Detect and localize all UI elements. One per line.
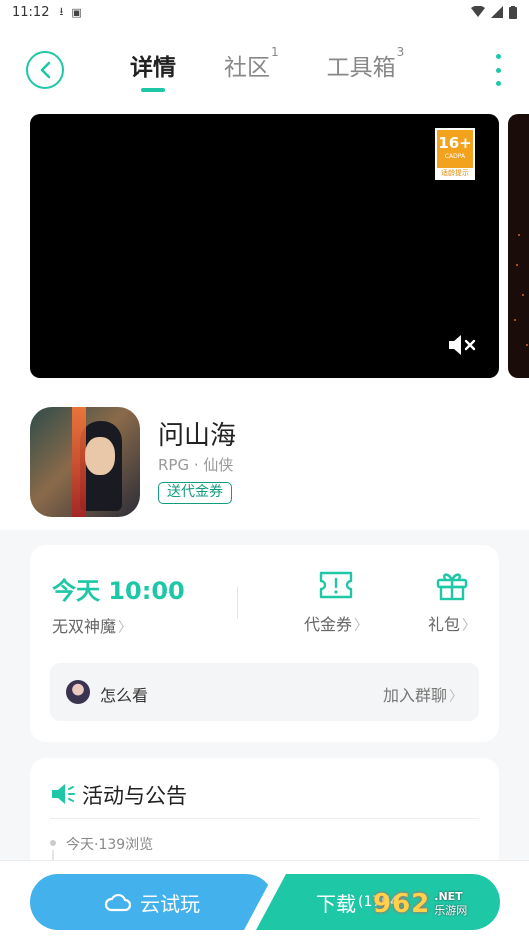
dot [495, 67, 501, 73]
voucher-label-row: 代金券〉 [304, 611, 368, 635]
download-status-icon: ⭳ [59, 4, 64, 18]
watermark-caption: .NET 乐游网 [434, 890, 467, 918]
chevron-right-icon: 〉 [354, 618, 369, 634]
divider [237, 587, 238, 619]
join-group-row[interactable]: 怎么看 加入群聊〉 [50, 663, 479, 721]
top-navigation: 详情 社区1 工具箱3 [0, 24, 529, 114]
icon-art [85, 437, 115, 475]
game-header: 问山海 RPG · 仙侠 送代金券 [0, 390, 529, 530]
launch-card: 今天 10:00 无双神魔〉 代金券〉 礼包〉 怎么看 加入群聊〉 [30, 545, 499, 742]
dot [495, 81, 501, 86]
avatar [66, 680, 90, 704]
cloud-play-button[interactable]: 云试玩 [30, 874, 274, 930]
gift-button[interactable]: 礼包〉 [428, 569, 476, 635]
timeline-dot [50, 840, 56, 846]
dot [495, 54, 501, 59]
wifi-icon [471, 6, 485, 17]
watermark-suffix: .NET [434, 890, 463, 903]
game-icon [30, 407, 140, 517]
status-bar: 11:12 ⭳ ▣ [0, 0, 529, 24]
battery-icon [509, 5, 517, 19]
launch-time: 今天 10:00 [52, 577, 185, 605]
chevron-right-icon: 〉 [118, 620, 133, 636]
site-watermark: 962 .NET 乐游网 [373, 884, 523, 924]
divider [50, 818, 479, 819]
tab-label: 详情 [130, 55, 176, 81]
age-rating: 16+ [438, 134, 472, 152]
server-link[interactable]: 无双神魔〉 [52, 613, 132, 637]
next-media-thumbnail[interactable] [508, 114, 529, 378]
join-group-link[interactable]: 加入群聊〉 [383, 682, 463, 706]
gift-label-row: 礼包〉 [428, 611, 476, 635]
group-question: 怎么看 [100, 686, 149, 705]
chevron-left-icon [40, 61, 51, 79]
watermark-logo: 962 [373, 889, 430, 919]
gift-icon [436, 573, 468, 601]
status-time: 11:12 [12, 4, 50, 20]
tab-details[interactable]: 详情 [130, 48, 176, 92]
rating-tip: 适龄提示 [437, 168, 473, 178]
tab-badge: 3 [396, 45, 405, 60]
voucher-label: 代金券 [304, 615, 353, 634]
tab-community[interactable]: 社区1 [224, 45, 279, 82]
voucher-button[interactable]: 代金券〉 [304, 569, 368, 635]
watermark-number: 962 [373, 889, 431, 919]
media-carousel: 16+ CADPA 适龄提示 [0, 114, 529, 390]
tab-label: 工具箱 [326, 55, 396, 81]
rating-org: CADPA [444, 153, 466, 160]
app-status-icon: ▣ [71, 5, 82, 19]
game-title: 问山海 [158, 421, 237, 451]
chevron-right-icon: 〉 [462, 618, 477, 634]
voucher-icon [319, 571, 353, 599]
section-title: 活动与公告 [82, 784, 187, 808]
age-rating-badge: 16+ CADPA 适龄提示 [435, 128, 475, 180]
tab-badge: 1 [271, 45, 279, 60]
join-group-label: 加入群聊 [382, 686, 447, 705]
server-name: 无双神魔 [52, 617, 117, 636]
promo-tag[interactable]: 送代金券 [158, 482, 232, 504]
tab-toolbox[interactable]: 工具箱3 [326, 45, 405, 82]
cloud-play-label: 云试玩 [140, 891, 200, 916]
watermark-site-name: 乐游网 [434, 904, 468, 917]
signal-icon [491, 6, 503, 18]
cloud-icon [104, 893, 132, 912]
download-label: 下载 [316, 891, 356, 916]
megaphone-icon [52, 784, 75, 804]
video-player[interactable]: 16+ CADPA 适龄提示 [30, 114, 499, 378]
mute-icon[interactable] [447, 334, 477, 356]
detail-tabs: 详情 社区1 工具箱3 [130, 45, 405, 92]
chevron-right-icon: 〉 [449, 689, 463, 705]
more-options-button[interactable] [491, 54, 505, 86]
active-tab-indicator [141, 88, 165, 92]
icon-art [72, 407, 86, 517]
gift-label: 礼包 [428, 615, 461, 634]
game-tags: RPG · 仙侠 [158, 456, 234, 474]
back-button[interactable] [26, 51, 64, 89]
announcement-meta: 今天·139浏览 [66, 837, 154, 853]
tab-label: 社区 [224, 55, 270, 81]
